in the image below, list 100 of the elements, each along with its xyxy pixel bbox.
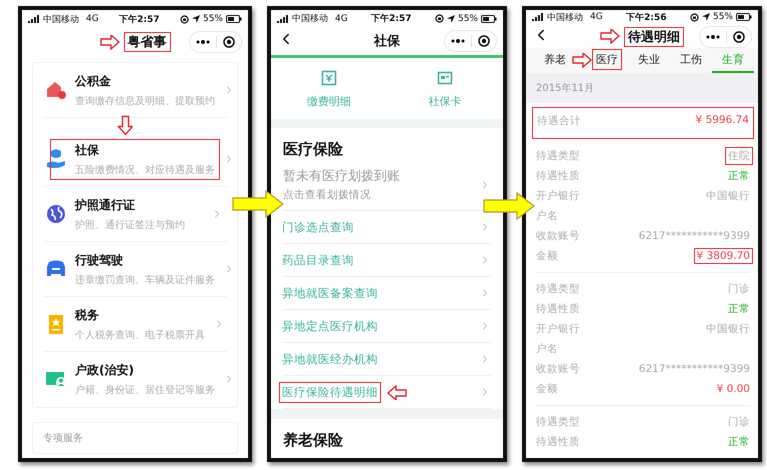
service-description: 护照、通行证签注与预约 — [75, 218, 186, 232]
battery-icon — [226, 15, 242, 23]
signal-icon — [532, 13, 544, 22]
battery-icon — [736, 13, 752, 22]
field-label: 待遇类型 — [536, 282, 580, 296]
service-item[interactable]: 社保 五险缴费情况、对应待遇及服务 — [43, 132, 227, 187]
field-label: 待遇类型 — [536, 149, 580, 163]
notice-title: 暂未有医疗划拨到账 — [283, 168, 401, 186]
tab-label: 生育 — [721, 52, 745, 68]
battery-percent: 55% — [202, 14, 223, 24]
tab-label: 失业 — [637, 52, 661, 68]
field-label: 金额 — [536, 382, 558, 396]
service-description: 个人税务查询、电子税票开具 — [75, 328, 205, 342]
battery-icon — [480, 14, 497, 23]
signal-icon — [277, 14, 289, 23]
service-title: 公积金 — [75, 72, 112, 90]
network-type: 4G — [335, 14, 348, 24]
month-header: 2015年11月 — [526, 73, 758, 103]
total-amount: ¥ 5996.74 — [696, 114, 749, 126]
section-title: 医疗保险 — [283, 139, 344, 160]
card-icon — [437, 70, 453, 86]
field-value: 中国银行 — [705, 189, 751, 204]
field-value: 6217***********9399 — [638, 229, 751, 244]
battery-percent: 55% — [712, 12, 733, 22]
clock-time: 下午2:57 — [119, 14, 160, 26]
more-icon[interactable] — [196, 40, 210, 44]
location-icon — [702, 13, 710, 22]
service-item[interactable]: 护照通行证 护照、通行证签注与预约 — [43, 187, 227, 242]
location-icon — [192, 15, 200, 23]
field-label: 金额 — [536, 249, 558, 263]
service-title: 税务 — [75, 306, 100, 324]
page-title: 粤省事 — [124, 32, 170, 52]
clock-time: 下午2:56 — [626, 12, 667, 24]
signal-icon — [28, 15, 40, 23]
field-label: 开户银行 — [536, 322, 580, 336]
link-label: 异地就医备案查询 — [281, 284, 379, 302]
clock-time: 下午2:57 — [371, 12, 412, 26]
location-icon — [446, 14, 455, 23]
link-label: 门诊选点查询 — [281, 218, 355, 236]
field-value: 6217***********9399 — [638, 362, 751, 377]
receipt-icon — [321, 70, 337, 86]
tab-label: 医疗 — [592, 49, 622, 70]
field-label: 待遇类型 — [536, 415, 580, 429]
category-tab[interactable]: 医疗 — [586, 48, 628, 73]
field-value: 正常 — [727, 169, 751, 184]
service-item[interactable]: 公积金 查询缴存信息及明细、提取预约 — [43, 63, 227, 118]
service-title: 社保 — [75, 142, 100, 158]
field-value: ¥ 3809.70 — [694, 248, 753, 264]
close-icon[interactable] — [733, 30, 745, 43]
link-label: 医疗保险待遇明细 — [279, 382, 381, 403]
service-title: 护照通行证 — [75, 196, 136, 214]
tab-label: 养老 — [543, 52, 567, 68]
more-icon[interactable] — [706, 34, 720, 39]
field-label: 收款账号 — [536, 229, 580, 243]
field-label: 户名 — [536, 209, 558, 223]
field-label: 待遇合计 — [537, 114, 581, 128]
link-label: 异地定点医疗机构 — [281, 318, 379, 335]
section-header: 专项服务 — [32, 422, 238, 454]
link-label: 异地就医经办机构 — [281, 350, 379, 368]
person-hand-icon — [45, 148, 67, 170]
transition-arrow — [232, 190, 284, 218]
field-value: 门诊 — [727, 415, 751, 430]
section-title: 养老保险 — [283, 430, 344, 451]
tab-label: 工伤 — [679, 52, 703, 68]
service-description: 查询缴存信息及明细、提取预约 — [75, 94, 215, 108]
field-label: 开户银行 — [536, 189, 580, 203]
field-value: 住院 — [725, 147, 753, 165]
service-item[interactable]: 户政(治安) 户籍、身份证、居住登记等服务 — [43, 352, 227, 407]
notice-description: 点击查看划拨情况 — [283, 188, 372, 202]
service-title: 户政(治安) — [75, 362, 135, 378]
page-title: 待遇明细 — [624, 26, 684, 47]
field-label: 待遇性质 — [536, 169, 580, 183]
service-description: 五险缴费情况、对应待遇及服务 — [75, 164, 215, 176]
close-icon[interactable] — [478, 35, 490, 48]
field-value: 门诊 — [727, 282, 751, 297]
battery-percent: 55% — [458, 14, 478, 24]
field-value: ¥ 0.00 — [716, 382, 751, 397]
carrier-name: 中国移动 — [547, 12, 583, 24]
rotation-lock-icon — [434, 14, 444, 24]
service-description: 户籍、身份证、居住登记等服务 — [75, 384, 215, 396]
network-type: 4G — [86, 14, 99, 24]
service-item[interactable]: 税务 个人税务查询、电子税票开具 — [43, 297, 227, 352]
page-title: 社保 — [372, 33, 401, 52]
carrier-name: 中国移动 — [292, 12, 328, 26]
close-icon[interactable] — [223, 36, 235, 48]
carrier-name: 中国移动 — [43, 14, 79, 26]
rotation-lock-icon — [690, 12, 699, 22]
category-tab[interactable]: 失业 — [628, 48, 670, 73]
more-icon[interactable] — [451, 39, 465, 44]
service-title: 行驶驾驶 — [75, 252, 124, 268]
service-description: 违章缴罚查询、车辆及证件服务 — [75, 274, 215, 286]
category-tab[interactable]: 养老 — [534, 48, 576, 73]
field-label: 户名 — [536, 342, 558, 356]
field-label: 待遇性质 — [536, 302, 580, 316]
field-value: 正常 — [727, 435, 751, 450]
transition-arrow — [483, 192, 535, 220]
category-tab[interactable]: 工伤 — [670, 48, 712, 73]
field-label: 收款账号 — [536, 362, 580, 376]
service-item[interactable]: 行驶驾驶 违章缴罚查询、车辆及证件服务 — [43, 242, 227, 297]
field-label: 待遇性质 — [536, 435, 580, 449]
